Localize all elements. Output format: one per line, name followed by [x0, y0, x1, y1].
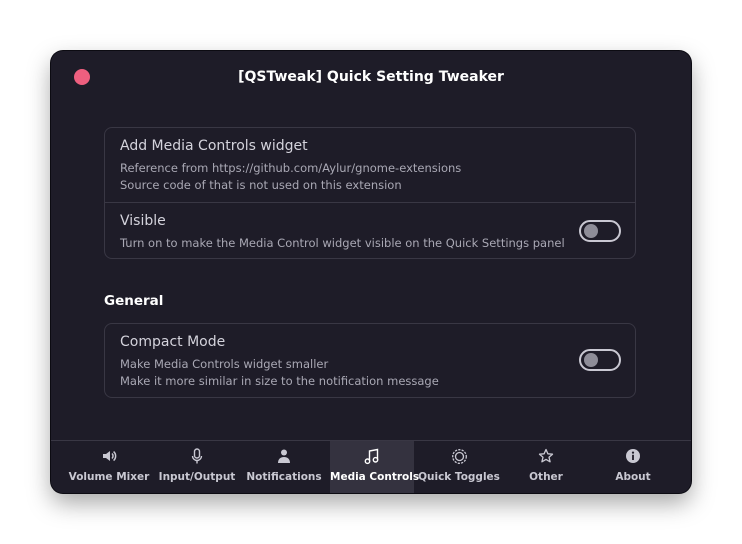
tab-input-output[interactable]: Input/Output: [155, 441, 239, 493]
visible-row: Visible Turn on to make the Media Contro…: [105, 203, 635, 259]
row-subtitle: Make Media Controls widget smaller: [120, 357, 329, 371]
row-title: Visible: [120, 213, 166, 229]
visible-toggle[interactable]: [579, 220, 621, 242]
add-media-controls-row: Add Media Controls widget Reference from…: [105, 128, 635, 202]
section-heading-general: General: [104, 293, 164, 309]
tab-volume-mixer[interactable]: Volume Mixer: [66, 441, 152, 493]
tab-label: Quick Toggles: [418, 471, 500, 483]
row-title: Compact Mode: [120, 334, 226, 350]
tab-label: Other: [529, 471, 563, 483]
row-subtitle: Make it more similar in size to the noti…: [120, 374, 439, 388]
row-title: Add Media Controls widget: [120, 138, 308, 154]
general-card: Compact Mode Make Media Controls widget …: [104, 323, 636, 398]
compact-mode-toggle[interactable]: [579, 349, 621, 371]
speaker-icon: [66, 447, 152, 465]
music-note-icon: [330, 447, 414, 465]
microphone-icon: [155, 447, 239, 465]
info-icon: [591, 447, 675, 465]
row-subtitle: Source code of that is not used on this …: [120, 178, 402, 192]
tab-label: About: [615, 471, 651, 483]
tab-about[interactable]: About: [591, 441, 675, 493]
toggle-knob: [584, 353, 598, 367]
row-subtitle: Turn on to make the Media Control widget…: [120, 236, 565, 250]
person-icon: [242, 447, 326, 465]
tab-media-controls[interactable]: Media Controls: [330, 441, 420, 493]
window-title: [QSTweak] Quick Setting Tweaker: [238, 69, 504, 85]
bottom-navigation: Volume Mixer Input/Output Notifications: [51, 440, 691, 493]
tab-label: Notifications: [246, 471, 322, 483]
tab-label: Input/Output: [158, 471, 236, 483]
app-window: [QSTweak] Quick Setting Tweaker Add Medi…: [51, 51, 691, 493]
toggle-knob: [584, 224, 598, 238]
row-subtitle: Reference from https://github.com/Aylur/…: [120, 161, 462, 175]
tab-other[interactable]: Other: [504, 441, 588, 493]
tab-quick-toggles[interactable]: Quick Toggles: [417, 441, 501, 493]
tab-label: Media Controls: [330, 471, 420, 483]
tab-label: Volume Mixer: [68, 471, 150, 483]
tab-notifications[interactable]: Notifications: [242, 441, 326, 493]
title-bar: [QSTweak] Quick Setting Tweaker: [51, 51, 691, 105]
compact-mode-row: Compact Mode Make Media Controls widget …: [105, 324, 635, 398]
media-widget-card: Add Media Controls widget Reference from…: [104, 127, 636, 259]
toggles-icon: [417, 447, 501, 465]
star-icon: [504, 447, 588, 465]
